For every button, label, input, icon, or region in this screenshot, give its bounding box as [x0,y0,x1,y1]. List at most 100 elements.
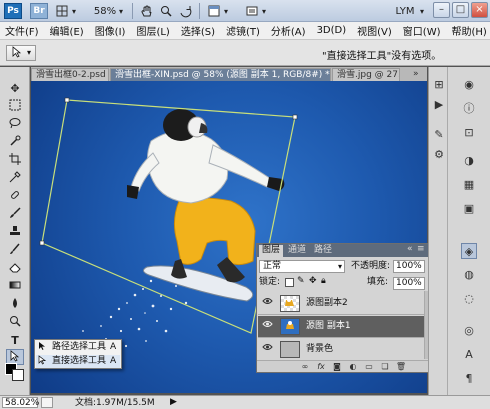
chevron-down-icon[interactable]: ▾ [70,3,78,19]
background-color-swatch[interactable] [12,369,24,381]
zoom-dropdown-arrow[interactable]: ▾ [117,3,125,19]
menu-layer[interactable]: 图层(L) [131,23,175,38]
history-icon[interactable]: ⊞ [431,77,447,93]
fill-field[interactable]: 100% [393,277,425,290]
arrange-documents-icon[interactable] [206,3,222,19]
brushes-icon[interactable]: ✎ [431,127,447,143]
new-group-icon[interactable]: ▭ [363,361,375,373]
rotate-icon[interactable] [177,3,193,19]
tab-overflow-icon[interactable]: » [413,69,419,79]
new-layer-icon[interactable]: ❏ [379,361,391,373]
chevron-down-icon[interactable]: ▾ [260,3,268,19]
character-icon[interactable]: A [461,347,477,363]
styles-icon[interactable]: ▣ [461,201,477,217]
fx-icon[interactable]: fx [315,361,327,373]
fill-label: 填充: [367,277,389,287]
layer-row[interactable]: 源图 副本1 [258,316,424,338]
marquee-tool-icon[interactable] [6,99,24,115]
menu-view[interactable]: 视图(V) [352,23,398,38]
type-tool-icon[interactable]: T [6,333,24,349]
tab-label: 滑雪出框-XIN.psd @ 58% (源图 副本 1, RGB/8#) * [115,70,330,80]
bridge-button[interactable]: Br [30,3,48,19]
menu-filter[interactable]: 滤镜(T) [221,23,266,38]
color-icon[interactable]: ◉ [461,77,477,93]
status-menu-arrow[interactable]: ▶ [170,397,177,407]
lock-transparent-icon[interactable] [285,278,294,287]
adjustment-layer-icon[interactable]: ◐ [347,361,359,373]
info-icon[interactable]: ⓘ [461,101,477,117]
layer-row[interactable]: 源图副本2 [258,293,424,315]
blend-mode-select[interactable]: 正常 ▾ [259,260,345,273]
menu-file[interactable]: 文件(F) [0,23,45,38]
link-layers-icon[interactable]: ∞ [299,361,311,373]
tool-preset-picker[interactable]: ▾ [6,45,36,61]
status-info-icon[interactable] [41,397,53,408]
channels-icon[interactable]: ◍ [461,267,477,283]
eye-icon[interactable] [261,297,273,309]
workspace-dropdown-arrow[interactable]: ▾ [418,3,426,19]
eyedropper-tool-icon[interactable] [6,171,24,187]
navigator-icon[interactable]: ⊡ [461,125,477,141]
layers-panel: 图层 通道 路径 « ≡ 正常 ▾ 不透明度: 100% 锁定: ✎ ✥ 🔒︎ … [256,243,430,373]
document-tab-1[interactable]: 滑雪出框0-2.psd [31,68,109,81]
menu-3d[interactable]: 3D(D) [312,25,353,36]
dodge-tool-icon[interactable] [6,315,24,331]
opacity-field[interactable]: 100% [393,260,425,273]
hand-icon[interactable] [139,3,155,19]
close-button[interactable]: × [471,2,488,18]
flyout-item-path-selection[interactable]: 路径选择工具 A [36,341,120,354]
brush-tool-icon[interactable] [6,207,24,223]
layer-mask-icon[interactable]: ◙ [331,361,343,373]
eye-icon[interactable] [261,320,273,332]
document-tab-3[interactable]: 滑雪.jpg @ 27... [332,68,400,81]
menu-edit[interactable]: 编辑(E) [45,23,90,38]
paragraph-icon[interactable]: ¶ [461,371,477,387]
tab-channels[interactable]: 通道 [285,245,309,257]
paths-icon[interactable]: ◌ [461,291,477,307]
adjustments-icon[interactable]: ◑ [461,153,477,169]
healing-brush-tool-icon[interactable] [6,189,24,205]
document-tab-2[interactable]: 滑雪出框-XIN.psd @ 58% (源图 副本 1, RGB/8#) * × [110,68,331,81]
trash-icon[interactable]: 🗑︎ [395,361,407,373]
blur-tool-icon[interactable] [6,297,24,313]
eraser-tool-icon[interactable] [6,261,24,277]
lock-position-icon[interactable]: ✥ [309,276,317,286]
masks-icon[interactable]: ◎ [461,323,477,339]
screen-mode-icon[interactable] [244,3,260,19]
actions-icon[interactable]: ▶ [431,97,447,113]
clone-source-icon[interactable]: ⚙ [431,147,447,163]
layer-name: 源图 副本1 [306,321,351,331]
quick-select-tool-icon[interactable] [6,135,24,151]
menu-image[interactable]: 图像(I) [90,23,132,38]
panel-collapse-icon[interactable]: « [407,244,413,254]
chevron-down-icon[interactable]: ▾ [222,3,230,19]
panel-menu-icon[interactable]: ≡ [417,244,425,254]
view-extras-icon[interactable] [54,3,70,19]
status-zoom-field[interactable]: 58.02% [2,397,39,408]
lasso-tool-icon[interactable] [6,117,24,133]
minimize-button[interactable]: – [433,2,450,18]
layer-row[interactable]: 背景色 [258,339,424,361]
lock-all-icon[interactable]: 🔒︎ [321,276,326,286]
tab-paths[interactable]: 路径 [311,245,335,257]
menu-analysis[interactable]: 分析(A) [266,23,312,38]
zoom-level[interactable]: 58% [94,3,116,19]
zoom-icon[interactable] [158,3,174,19]
tab-layers[interactable]: 图层 [259,245,284,257]
application-bar: Ps Br ▾ 58% ▾ ▾ ▾ LYM ▾ – □ × [0,0,490,22]
maximize-button[interactable]: □ [452,2,469,18]
clone-stamp-tool-icon[interactable] [6,225,24,241]
flyout-item-direct-selection[interactable]: 直接选择工具 A [36,355,120,368]
lock-image-icon[interactable]: ✎ [297,276,305,286]
layers-panel-icon[interactable]: ◈ [461,243,477,259]
gradient-tool-icon[interactable] [6,279,24,295]
workspace-label[interactable]: LYM [392,3,418,19]
eye-icon[interactable] [261,343,273,355]
crop-tool-icon[interactable] [6,153,24,169]
move-tool-icon[interactable]: ✥ [6,81,24,97]
history-brush-tool-icon[interactable] [6,243,24,259]
swatches-icon[interactable]: ▦ [461,177,477,193]
menu-window[interactable]: 窗口(W) [398,23,447,38]
menu-help[interactable]: 帮助(H) [447,23,490,38]
menu-select[interactable]: 选择(S) [176,23,221,38]
